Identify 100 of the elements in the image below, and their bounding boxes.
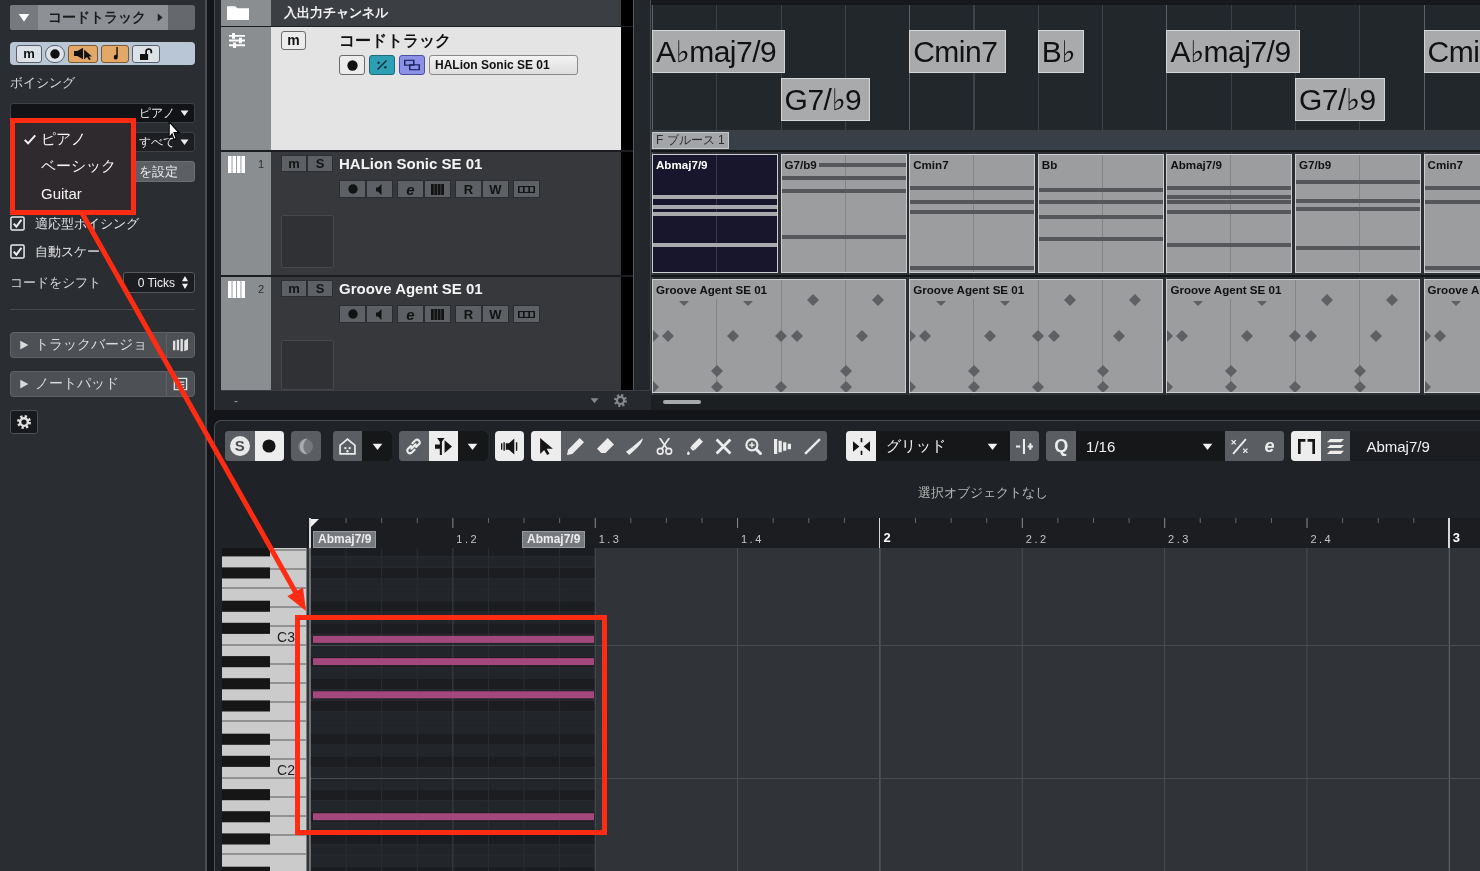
triangle-down-icon [18, 12, 30, 23]
chord-event[interactable]: G7/♭9 [780, 78, 871, 121]
toolbar-dropdown[interactable]: グリッド [875, 431, 1010, 461]
status-text: 選択オブジェクトなし [918, 485, 1048, 500]
note-bar[interactable] [313, 635, 594, 643]
instrument-button[interactable] [424, 180, 451, 198]
piano-keys-icon [228, 281, 245, 298]
dropdown-arrow-button[interactable] [362, 431, 392, 461]
dropdown-arrow-button[interactable] [458, 431, 488, 461]
toolbar-dropdown[interactable]: 1/16 [1076, 431, 1226, 461]
ticks-spinner[interactable]: 0 Ticks [123, 272, 195, 293]
caret-icon [180, 109, 189, 117]
caret-icon [180, 138, 189, 146]
settings-button[interactable] [10, 410, 38, 434]
track-option-button[interactable] [369, 55, 395, 75]
toolbar-button[interactable] [1291, 431, 1321, 461]
line-icon [804, 437, 821, 455]
track-row[interactable]: 入出力チャンネル [271, 0, 621, 26]
collapse-button[interactable] [10, 5, 38, 30]
midi-part[interactable]: Cmin7 [1423, 154, 1480, 273]
record-button[interactable] [254, 431, 285, 461]
note-button[interactable] [101, 44, 129, 63]
field-label: コードをシフト [10, 273, 101, 292]
chord-event[interactable]: B♭ [1037, 30, 1084, 73]
chord-event[interactable]: Cmi [1423, 30, 1480, 73]
scale-event[interactable]: F ブルース 1 [652, 132, 729, 149]
track-row[interactable]: m S Groove Agent SE 01 e R W [271, 277, 621, 390]
part-name: Groove Agent SE 01 [653, 280, 770, 299]
caret-icon [986, 441, 998, 451]
track-row[interactable]: m コードトラック HALion Sonic SE 01 [271, 27, 621, 150]
drum-part[interactable]: Groove Agent SE 01 [652, 279, 906, 393]
spinner-icon [181, 276, 189, 289]
key-label: C2 [277, 762, 295, 778]
toolbar-button[interactable] [428, 431, 459, 461]
midi-part[interactable]: Bb [1037, 154, 1164, 273]
lock-button[interactable] [132, 44, 160, 63]
mute-button[interactable]: m [16, 44, 42, 63]
chord-event[interactable]: G7/♭9 [1295, 78, 1385, 121]
record-button[interactable] [45, 44, 65, 63]
piano-keys-icon [228, 156, 245, 173]
chord-event[interactable]: A♭maj7/9 [652, 30, 786, 73]
menu-item[interactable]: Guitar [14, 180, 132, 207]
instrument-button[interactable] [424, 305, 451, 323]
record-button[interactable] [339, 55, 365, 75]
tool-button[interactable] [531, 431, 561, 461]
checkbox[interactable] [10, 216, 25, 231]
monitor-button[interactable] [68, 44, 98, 63]
speaker-icon [375, 183, 384, 195]
midi-part[interactable]: G7/b9 [780, 154, 907, 273]
lanes-button[interactable] [513, 180, 540, 198]
menu-item[interactable]: ベーシック [14, 153, 132, 180]
menu-item[interactable]: ピアノ [14, 126, 132, 153]
scissors-icon [656, 437, 673, 455]
record-icon [50, 48, 60, 59]
chord-event[interactable]: A♭maj7/9 [1166, 30, 1300, 73]
instrument-field[interactable]: HALion Sonic SE 01 [429, 55, 578, 75]
section-toggle[interactable]: トラックバージョ [10, 332, 166, 358]
piano-keys-icon [431, 183, 444, 195]
midi-part[interactable]: Abmaj7/9 [1166, 154, 1293, 273]
house-icon [339, 437, 357, 455]
midi-part[interactable]: Abmaj7/9 [652, 154, 778, 273]
note-bar[interactable] [313, 658, 594, 666]
drum-part[interactable]: Groove Agent SE 01 [909, 279, 1164, 393]
section-toggle[interactable]: ノートパッド [10, 371, 166, 397]
cross-icon [715, 437, 733, 455]
speaker-pointer-icon [74, 47, 92, 60]
field-label: ボイシング [10, 76, 76, 90]
triangle-right-icon [19, 340, 29, 350]
key-label: C3 [277, 629, 295, 645]
drum-part[interactable]: Groove Agent SE 01 [1166, 279, 1421, 393]
track-row[interactable]: m S HALion Sonic SE 01 e R W [271, 152, 621, 275]
bars-icon [774, 437, 792, 455]
mute-button[interactable]: m [281, 31, 306, 50]
ruler-label: 2 [883, 531, 891, 545]
track-number: 2 [258, 283, 265, 295]
record-icon [346, 59, 358, 71]
ruler-label: 2.4 [1310, 533, 1334, 545]
snap-button[interactable] [846, 431, 876, 461]
link-icon [405, 437, 423, 455]
midi-part[interactable]: G7/b9 [1295, 154, 1421, 273]
footer-label: - [234, 393, 239, 408]
checkbox[interactable] [10, 244, 25, 259]
lanes-button[interactable] [513, 305, 540, 323]
checkbox-label: 自動スケー [35, 242, 100, 261]
percent-icon [376, 59, 388, 71]
section-action-button[interactable] [166, 332, 195, 358]
speaker-icon [375, 308, 384, 320]
track-option-button[interactable] [399, 55, 425, 75]
track-name: コードトラック [339, 31, 452, 50]
midi-part[interactable]: Cmin7 [909, 154, 1036, 273]
speaker-bars-icon [501, 437, 519, 455]
settings-icon [17, 415, 31, 429]
scrollbar-thumb[interactable] [663, 400, 701, 404]
ruler-label: 3 [1452, 531, 1461, 545]
drum-part[interactable]: Groove A [1423, 279, 1480, 393]
ruler-label: 1.2 [456, 533, 480, 545]
chord-event[interactable]: Cmin7 [909, 30, 1007, 73]
speaker-button[interactable] [494, 431, 525, 461]
note-bar[interactable] [313, 813, 594, 821]
minus-bar-plus-icon [1016, 437, 1034, 455]
